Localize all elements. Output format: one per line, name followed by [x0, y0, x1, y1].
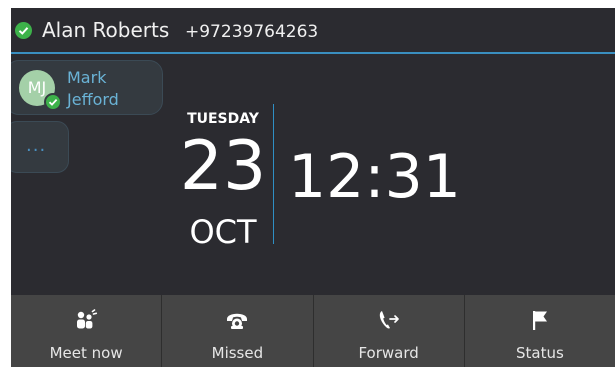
meet-now-label: Meet now	[49, 344, 123, 362]
softkey-bar: Meet now Missed Forward Status	[11, 295, 615, 367]
status-label: Status	[515, 344, 564, 362]
missed-button[interactable]: Missed	[162, 295, 314, 367]
weekday: TUESDAY	[187, 111, 259, 127]
phone-hangup-icon	[227, 313, 248, 329]
forward-call-icon	[379, 311, 399, 329]
more-icon: ...	[26, 135, 47, 156]
user-name: Alan Roberts	[42, 18, 170, 42]
forward-button[interactable]: Forward	[313, 295, 465, 367]
user-number: +97239764263	[185, 22, 319, 42]
presence-available-icon	[15, 22, 32, 39]
status-button[interactable]: Status	[464, 295, 615, 367]
day-of-month: 23	[179, 127, 267, 206]
flag-icon	[532, 311, 547, 330]
people-icon	[77, 309, 98, 329]
contact-name: Mark Jefford	[67, 67, 157, 111]
forward-label: Forward	[358, 344, 419, 362]
more-contacts-button[interactable]: ...	[11, 121, 69, 173]
date-time-divider	[273, 104, 274, 244]
missed-label: Missed	[211, 344, 264, 362]
contact-first-name: Mark	[67, 68, 107, 87]
contact-last-name: Jefford	[67, 90, 119, 109]
favorite-contact-mark-jefford[interactable]: MJ Mark Jefford	[11, 60, 163, 115]
header-bar: Alan Roberts +97239764263	[11, 8, 615, 54]
month: OCT	[189, 213, 257, 251]
clock-time: 12:31	[288, 142, 461, 212]
presence-available-icon	[44, 93, 62, 111]
meet-now-button[interactable]: Meet now	[11, 295, 163, 367]
phone-screen: Alan Roberts +97239764263 MJ Mark Jeffor…	[11, 8, 615, 367]
